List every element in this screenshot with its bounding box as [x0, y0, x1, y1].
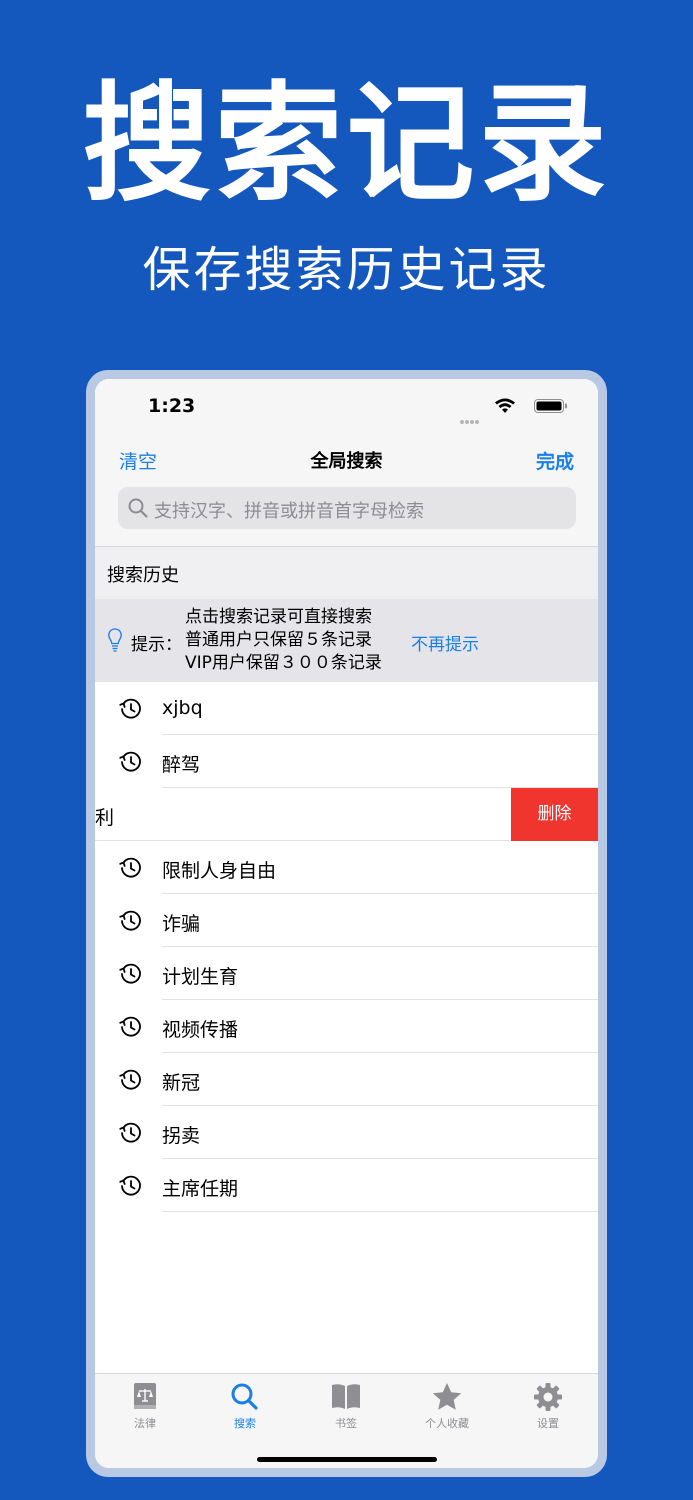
history-item-label: xjbq [162, 697, 203, 719]
history-item-swiped[interactable]: 利 删除 [95, 788, 598, 841]
history-item-label: 利 [95, 807, 115, 829]
search-icon [128, 498, 148, 518]
tip-banner: 提示： 点击搜索记录可直接搜索 普通用户只保留５条记录 VIP用户保留３００条记… [95, 599, 598, 682]
history-clock-icon [119, 910, 141, 931]
history-item[interactable]: 醉驾 [95, 735, 598, 788]
history-item-label: 拐卖 [162, 1125, 201, 1147]
row-divider [162, 1211, 598, 1212]
history-item[interactable]: 视频传播 [95, 1000, 598, 1053]
history-item-label: 主席任期 [162, 1178, 239, 1200]
cellular-signal-icon [460, 409, 484, 424]
tab-settings[interactable]: 设置 [498, 1382, 598, 1438]
tip-text: 点击搜索记录可直接搜索 普通用户只保留５条记录 VIP用户保留３００条记录 [185, 606, 382, 675]
tip-line: 普通用户只保留５条记录 [185, 630, 372, 650]
history-item[interactable]: 主席任期 [95, 1159, 598, 1212]
history-list: xjbq 醉驾 利 删除 限制人身自由 诈骗 计划生育 视频传播 新冠 拐卖 主… [95, 682, 598, 1212]
promo-subtitle: 保存搜索历史记录 [142, 242, 551, 298]
battery-icon [534, 399, 567, 413]
tab-search[interactable]: 搜索 [195, 1382, 295, 1438]
history-clock-icon [119, 1016, 141, 1037]
tab-favorites[interactable]: 个人收藏 [397, 1382, 497, 1438]
history-item[interactable]: 诈骗 [95, 894, 598, 947]
star-icon [432, 1383, 462, 1410]
history-clock-icon [119, 751, 141, 772]
history-item-label: 限制人身自由 [162, 860, 277, 882]
app-screen: 1:23 清空 全局搜索 完成 支持汉字、拼音或拼音首字母检索 搜索历史 提示：… [95, 379, 598, 1468]
history-clock-icon [119, 698, 141, 719]
history-item-label: 计划生育 [162, 966, 239, 988]
history-clock-icon [119, 963, 141, 984]
search-input[interactable]: 支持汉字、拼音或拼音首字母检索 [118, 487, 576, 529]
history-item[interactable]: 新冠 [95, 1053, 598, 1106]
history-item[interactable]: 限制人身自由 [95, 841, 598, 894]
tab-law[interactable]: 法律 [95, 1382, 195, 1438]
section-header: 搜索历史 [95, 547, 598, 599]
device-frame: 1:23 清空 全局搜索 完成 支持汉字、拼音或拼音首字母检索 搜索历史 提示：… [86, 370, 607, 1477]
law-book-icon [134, 1383, 156, 1409]
status-time: 1:23 [148, 395, 196, 417]
tip-prefix: 提示： [131, 635, 182, 655]
gear-icon [534, 1383, 562, 1411]
done-button[interactable]: 完成 [536, 447, 574, 474]
tab-label: 搜索 [234, 1417, 256, 1430]
history-clock-icon [119, 1175, 141, 1196]
lightbulb-icon [108, 628, 122, 652]
book-icon [332, 1384, 360, 1409]
search-icon [231, 1383, 258, 1410]
tip-line: VIP用户保留３００条记录 [185, 653, 382, 673]
history-clock-icon [119, 1069, 141, 1090]
history-clock-icon [119, 857, 141, 878]
dismiss-tip-button[interactable]: 不再提示 [411, 630, 479, 655]
history-item[interactable]: xjbq [95, 682, 598, 735]
history-clock-icon [119, 1122, 141, 1143]
tip-line: 点击搜索记录可直接搜索 [185, 607, 372, 627]
history-item-label: 诈骗 [162, 913, 201, 935]
tab-bar: 法律 搜索 书签 个人收藏 设置 [95, 1373, 598, 1468]
history-item[interactable]: 拐卖 [95, 1106, 598, 1159]
tab-label: 设置 [537, 1417, 559, 1430]
page-title: 全局搜索 [310, 451, 383, 472]
tab-label: 书签 [335, 1417, 357, 1430]
top-area: 1:23 清空 全局搜索 完成 支持汉字、拼音或拼音首字母检索 [95, 379, 598, 547]
wifi-icon [495, 398, 515, 413]
history-item-label: 新冠 [162, 1072, 201, 1094]
promo-title: 搜索记录 [82, 70, 611, 219]
history-item-label: 醉驾 [162, 754, 201, 776]
history-item-label: 视频传播 [162, 1019, 239, 1041]
tab-label: 法律 [134, 1417, 156, 1430]
section-title: 搜索历史 [107, 565, 179, 586]
tab-label: 个人收藏 [425, 1417, 469, 1430]
status-icons [448, 397, 568, 424]
delete-button[interactable]: 删除 [511, 788, 598, 841]
tab-bookmarks[interactable]: 书签 [296, 1382, 396, 1438]
search-placeholder: 支持汉字、拼音或拼音首字母检索 [154, 501, 424, 522]
home-indicator[interactable] [257, 1457, 437, 1462]
history-item[interactable]: 计划生育 [95, 947, 598, 1000]
